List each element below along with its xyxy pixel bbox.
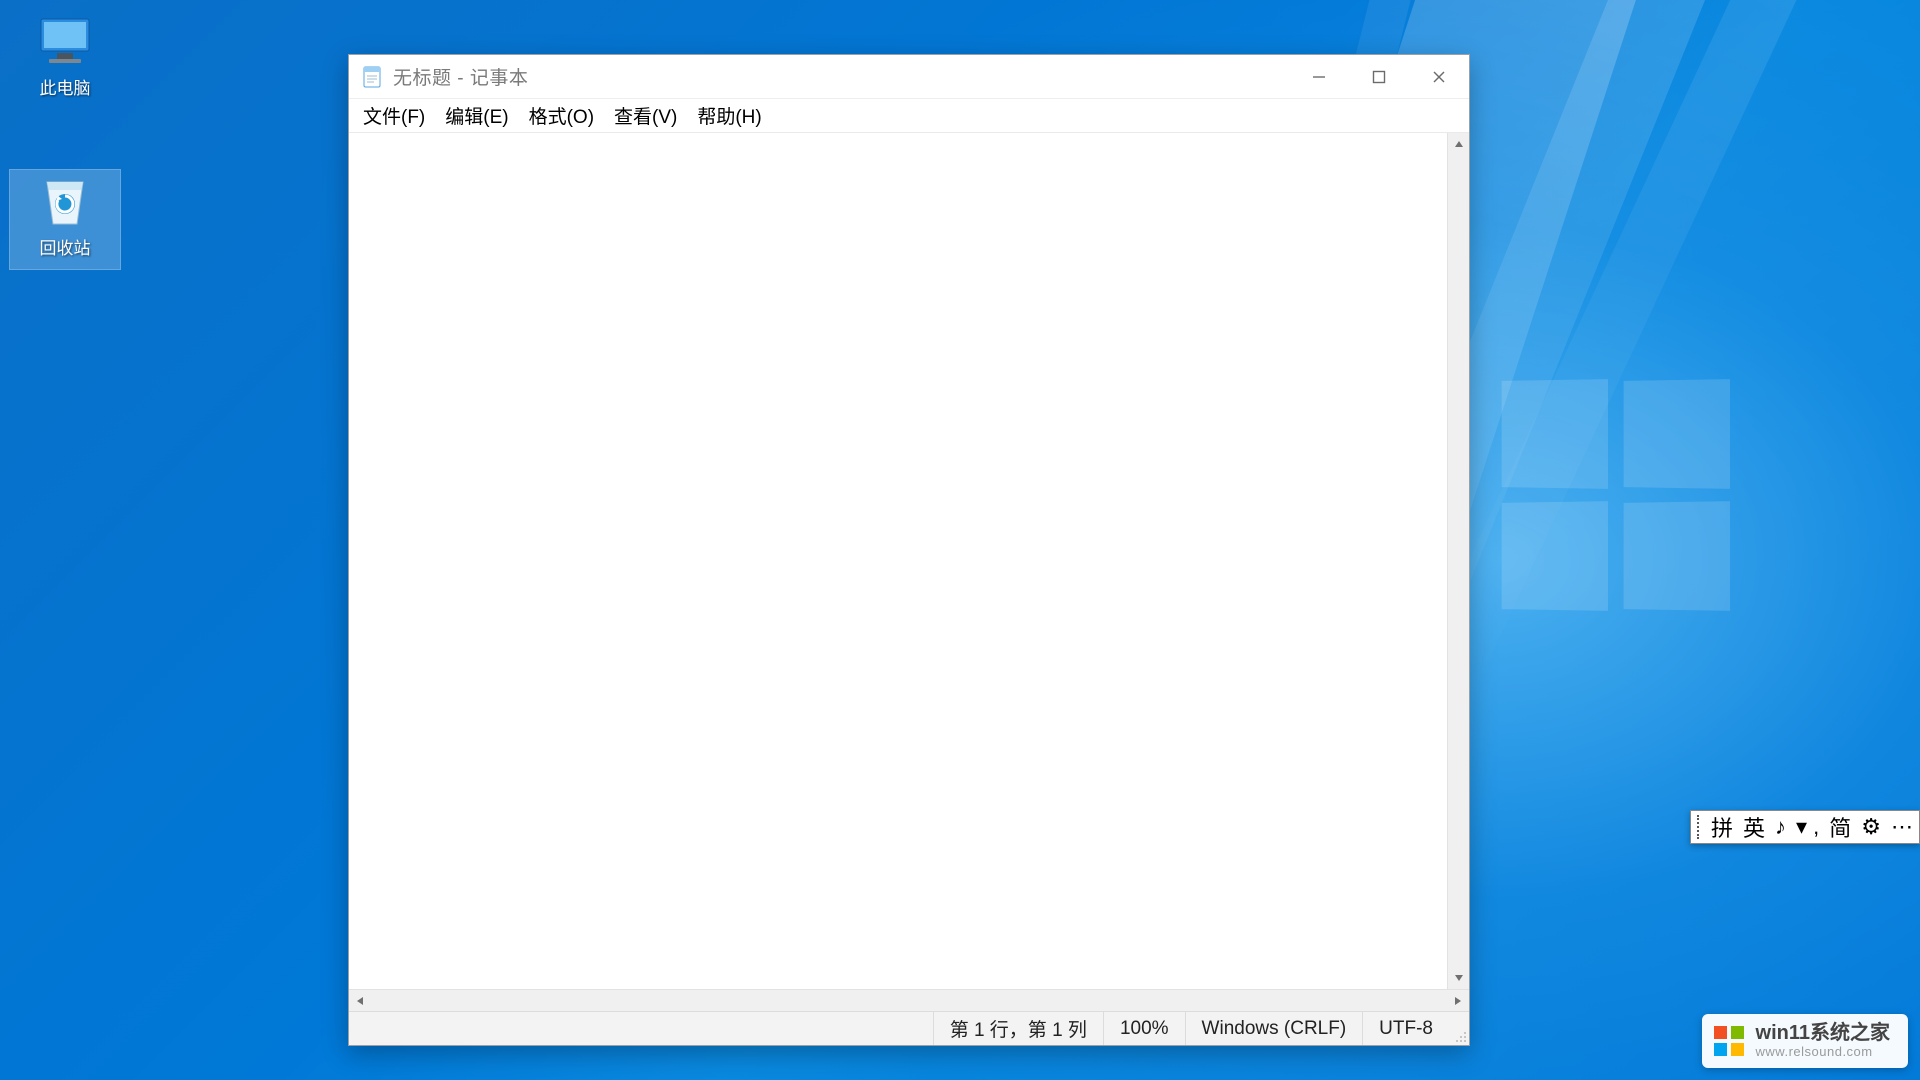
menu-help[interactable]: 帮助(H) [687, 98, 771, 133]
scroll-track[interactable] [371, 990, 1447, 1011]
scroll-track[interactable] [1448, 155, 1469, 967]
menu-format[interactable]: 格式(O) [519, 98, 604, 133]
scroll-down-icon[interactable] [1448, 967, 1469, 989]
titlebar[interactable]: 无标题 - 记事本 [349, 55, 1469, 99]
menu-edit[interactable]: 编辑(E) [435, 98, 518, 133]
menu-view[interactable]: 查看(V) [604, 98, 687, 133]
scroll-right-icon[interactable] [1447, 990, 1469, 1011]
desktop-icon-label: 此电脑 [10, 74, 120, 99]
menu-file[interactable]: 文件(F) [353, 98, 435, 133]
watermark-title: win11系统之家 [1756, 1022, 1890, 1045]
recycle-bin-icon [33, 176, 97, 226]
ime-punct-icon[interactable]: ▾ , [1796, 814, 1819, 840]
watermark: win11系统之家 www.relsound.com [1702, 1014, 1908, 1068]
status-encoding: UTF-8 [1362, 1012, 1449, 1045]
status-eol: Windows (CRLF) [1185, 1012, 1363, 1045]
notepad-window: 无标题 - 记事本 文件(F) 编辑(E) 格式(O) 查看(V) 帮助(H) [348, 54, 1470, 1046]
status-position: 第 1 行，第 1 列 [933, 1012, 1103, 1045]
maximize-button[interactable] [1349, 55, 1409, 99]
scroll-up-icon[interactable] [1448, 133, 1469, 155]
ime-toolbar[interactable]: 拼 英 ♪ ▾ , 简 ⚙ ⋯ [1690, 810, 1920, 844]
desktop-icon-label: 回收站 [10, 234, 120, 259]
window-title: 无标题 - 记事本 [393, 63, 528, 90]
ime-sound-icon[interactable]: ♪ [1775, 814, 1786, 840]
menubar: 文件(F) 编辑(E) 格式(O) 查看(V) 帮助(H) [349, 99, 1469, 133]
monitor-icon [33, 16, 97, 66]
statusbar: 第 1 行，第 1 列 100% Windows (CRLF) UTF-8 [349, 1011, 1469, 1045]
resize-grip-icon[interactable] [1449, 1012, 1469, 1045]
ime-grip-icon[interactable] [1697, 815, 1701, 839]
ime-settings-icon[interactable]: ⚙ [1861, 814, 1881, 840]
close-button[interactable] [1409, 55, 1469, 99]
scroll-left-icon[interactable] [349, 990, 371, 1011]
desktop-icon-recycle-bin[interactable]: 回收站 [10, 170, 120, 269]
ime-more-icon[interactable]: ⋯ [1891, 814, 1913, 840]
watermark-url: www.relsound.com [1756, 1045, 1890, 1060]
watermark-logo-icon [1712, 1024, 1746, 1058]
horizontal-scrollbar[interactable] [349, 989, 1469, 1011]
ime-mode-english[interactable]: 英 [1743, 811, 1765, 843]
desktop-icon-this-pc[interactable]: 此电脑 [10, 16, 120, 99]
minimize-button[interactable] [1289, 55, 1349, 99]
vertical-scrollbar[interactable] [1447, 133, 1469, 989]
status-zoom: 100% [1103, 1012, 1185, 1045]
windows-logo [1500, 380, 1730, 610]
notepad-icon [359, 64, 385, 90]
text-editor[interactable] [349, 133, 1447, 989]
ime-mode-pinyin[interactable]: 拼 [1711, 811, 1733, 843]
ime-simplified[interactable]: 简 [1829, 811, 1851, 843]
client-area [349, 133, 1469, 989]
